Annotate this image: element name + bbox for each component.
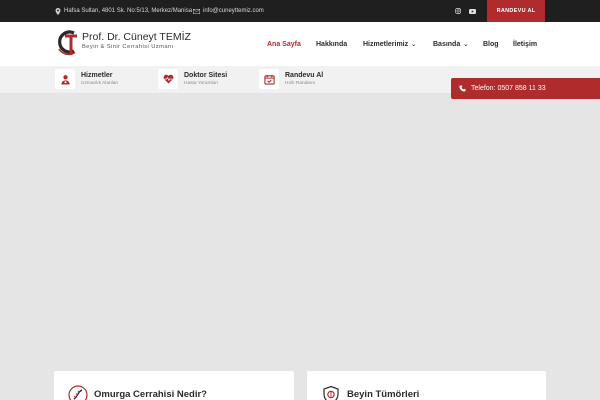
youtube-link[interactable] xyxy=(469,0,476,22)
nav-item-iletisim[interactable]: İletişim xyxy=(513,22,537,66)
feature-card-spine[interactable]: Omurga Cerrahisi Nedir? xyxy=(54,371,294,400)
chevron-down-icon: ⌄ xyxy=(411,41,417,48)
quick-link-doctor-site[interactable]: Doktor Sitesi Hasta Yorumları xyxy=(158,69,227,89)
nav-item-blog[interactable]: Blog xyxy=(483,22,499,66)
nav-item-hakkinda[interactable]: Hakkında xyxy=(316,22,347,66)
nav-item-basinda[interactable]: Basında ⌄ xyxy=(433,22,468,66)
location-pin-icon xyxy=(55,7,61,15)
quick-link-subtitle: Hızlı Randevu xyxy=(285,81,316,86)
heart-pulse-icon xyxy=(158,69,178,89)
mail-icon xyxy=(193,8,200,14)
nav-label: Hizmetlerimiz xyxy=(363,40,409,48)
email-info[interactable]: info@cuneyttemiz.com xyxy=(193,0,264,22)
quick-link-title: Randevu Al xyxy=(285,72,324,79)
quick-link-title: Hizmetler xyxy=(81,72,113,79)
quick-link-appointment[interactable]: Randevu Al Hızlı Randevu xyxy=(259,69,323,89)
phone-label: Telefon: 0507 858 11 33 xyxy=(471,85,546,92)
site-header: Prof. Dr. Cüneyt TEMİZ Beyin & Sinir Cer… xyxy=(0,22,600,66)
nav-label: Blog xyxy=(483,40,499,48)
address-text: Hafsa Sultan, 4801 Sk. No:5/13, Merkez/M… xyxy=(64,8,193,14)
logo-mark-icon[interactable] xyxy=(55,27,79,57)
feature-card-brain[interactable]: Beyin Tümörleri xyxy=(307,371,546,400)
chevron-down-icon: ⌄ xyxy=(463,41,469,48)
phone-icon xyxy=(459,85,466,92)
email-text[interactable]: info@cuneyttemiz.com xyxy=(203,8,264,14)
feature-card-title: Omurga Cerrahisi Nedir? xyxy=(94,389,207,400)
hero-banner xyxy=(0,95,600,400)
youtube-icon xyxy=(469,8,476,14)
nav-label: Ana Sayfa xyxy=(267,40,301,48)
brain-shield-icon xyxy=(323,385,339,400)
logo-title[interactable]: Prof. Dr. Cüneyt TEMİZ xyxy=(82,31,191,43)
quick-link-title: Doktor Sitesi xyxy=(184,72,228,79)
calendar-check-icon xyxy=(259,69,279,89)
feature-card-title: Beyin Tümörleri xyxy=(347,389,420,400)
instagram-link[interactable] xyxy=(455,0,461,22)
quick-link-subtitle: Uzmanlık Alanları xyxy=(81,81,119,86)
appointment-button[interactable]: RANDEVU AL xyxy=(487,0,545,22)
spine-icon xyxy=(68,385,88,400)
nav-label: Basında xyxy=(433,40,461,48)
nav-label: İletişim xyxy=(513,40,538,48)
instagram-icon xyxy=(455,8,461,14)
logo-subtitle: Beyin & Sinir Cerrahisi Uzmanı xyxy=(82,44,174,50)
nav-label: Hakkında xyxy=(316,40,348,48)
quick-link-subtitle: Hasta Yorumları xyxy=(184,81,219,86)
address-info: Hafsa Sultan, 4801 Sk. No:5/13, Merkez/M… xyxy=(55,0,192,22)
nav-item-hizmetlerimiz[interactable]: Hizmetlerimiz ⌄ xyxy=(363,22,416,66)
top-bar: Hafsa Sultan, 4801 Sk. No:5/13, Merkez/M… xyxy=(0,0,600,22)
nav-item-ana-sayfa[interactable]: Ana Sayfa xyxy=(267,22,301,66)
quick-link-services[interactable]: Hizmetler Uzmanlık Alanları xyxy=(55,69,118,89)
phone-button[interactable]: Telefon: 0507 858 11 33 xyxy=(451,78,600,99)
doctor-icon xyxy=(55,69,75,89)
